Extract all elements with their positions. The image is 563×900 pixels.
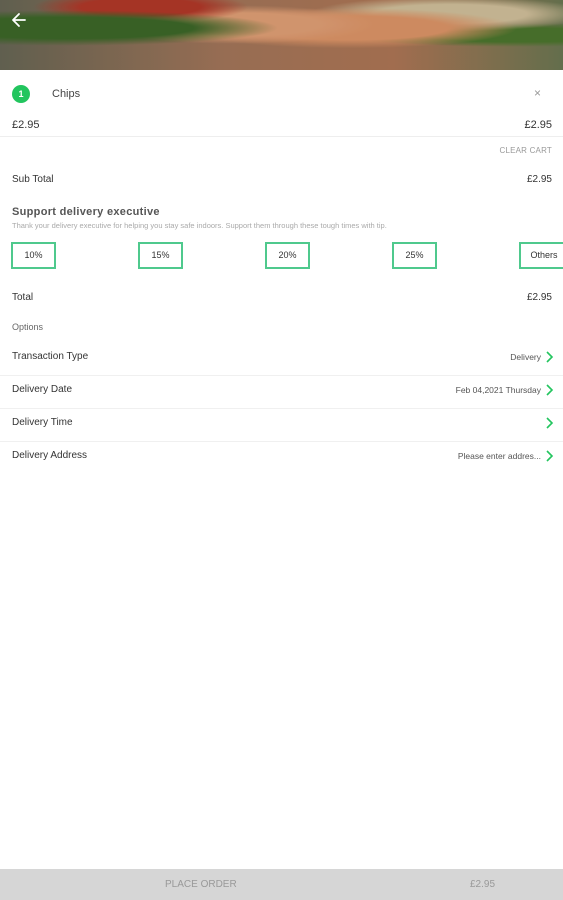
- total-value: £2.95: [526, 292, 552, 303]
- delivery-address-value: Please enter addres...: [457, 451, 541, 461]
- header-banner-image: [0, 0, 563, 70]
- cart-item: 1 Chips ×: [0, 80, 563, 110]
- options-section-label: Options: [12, 322, 44, 332]
- total-label: Total: [12, 292, 34, 303]
- delivery-address-row[interactable]: Delivery Address Please enter addres...: [0, 442, 563, 475]
- tip-option-others[interactable]: Others: [519, 242, 563, 269]
- place-order-button[interactable]: PLACE ORDER: [165, 879, 237, 890]
- transaction-type-label: Transaction Type: [12, 351, 89, 362]
- chevron-right-icon: [546, 384, 554, 396]
- chevron-right-icon: [546, 450, 554, 462]
- clear-cart-button[interactable]: CLEAR CART: [499, 146, 552, 155]
- order-total: £2.95: [470, 879, 496, 890]
- delivery-date-label: Delivery Date: [12, 384, 73, 395]
- remove-item-button[interactable]: ×: [534, 86, 541, 100]
- delivery-date-value: Feb 04,2021 Thursday: [455, 385, 541, 395]
- tip-option-10[interactable]: 10%: [11, 242, 56, 269]
- arrow-left-icon: [12, 13, 26, 27]
- quantity-badge: 1: [12, 85, 30, 103]
- tip-section-title: Support delivery executive: [12, 206, 160, 218]
- tip-option-25[interactable]: 25%: [392, 242, 437, 269]
- tip-option-20[interactable]: 20%: [265, 242, 310, 269]
- tip-option-15[interactable]: 15%: [138, 242, 183, 269]
- transaction-type-value: Delivery: [510, 352, 541, 362]
- total-row: Total £2.95: [0, 290, 563, 308]
- subtotal-row: Sub Total £2.95: [0, 172, 563, 190]
- item-line-total: £2.95: [524, 119, 552, 131]
- tip-section-description: Thank your delivery executive for helpin…: [12, 221, 387, 230]
- transaction-type-row[interactable]: Transaction Type Delivery: [0, 343, 563, 376]
- item-price: £2.95: [12, 119, 40, 131]
- back-button[interactable]: [9, 10, 29, 30]
- item-name: Chips: [52, 88, 81, 100]
- chevron-right-icon: [546, 417, 554, 429]
- place-order-bar[interactable]: PLACE ORDER £2.95: [0, 869, 563, 900]
- delivery-date-row[interactable]: Delivery Date Feb 04,2021 Thursday: [0, 376, 563, 409]
- chevron-right-icon: [546, 351, 554, 363]
- subtotal-value: £2.95: [526, 174, 552, 185]
- delivery-time-label: Delivery Time: [12, 417, 73, 428]
- delivery-time-row[interactable]: Delivery Time: [0, 409, 563, 442]
- item-price-row: £2.95 £2.95: [0, 115, 563, 137]
- delivery-address-label: Delivery Address: [12, 450, 88, 461]
- subtotal-label: Sub Total: [12, 174, 54, 185]
